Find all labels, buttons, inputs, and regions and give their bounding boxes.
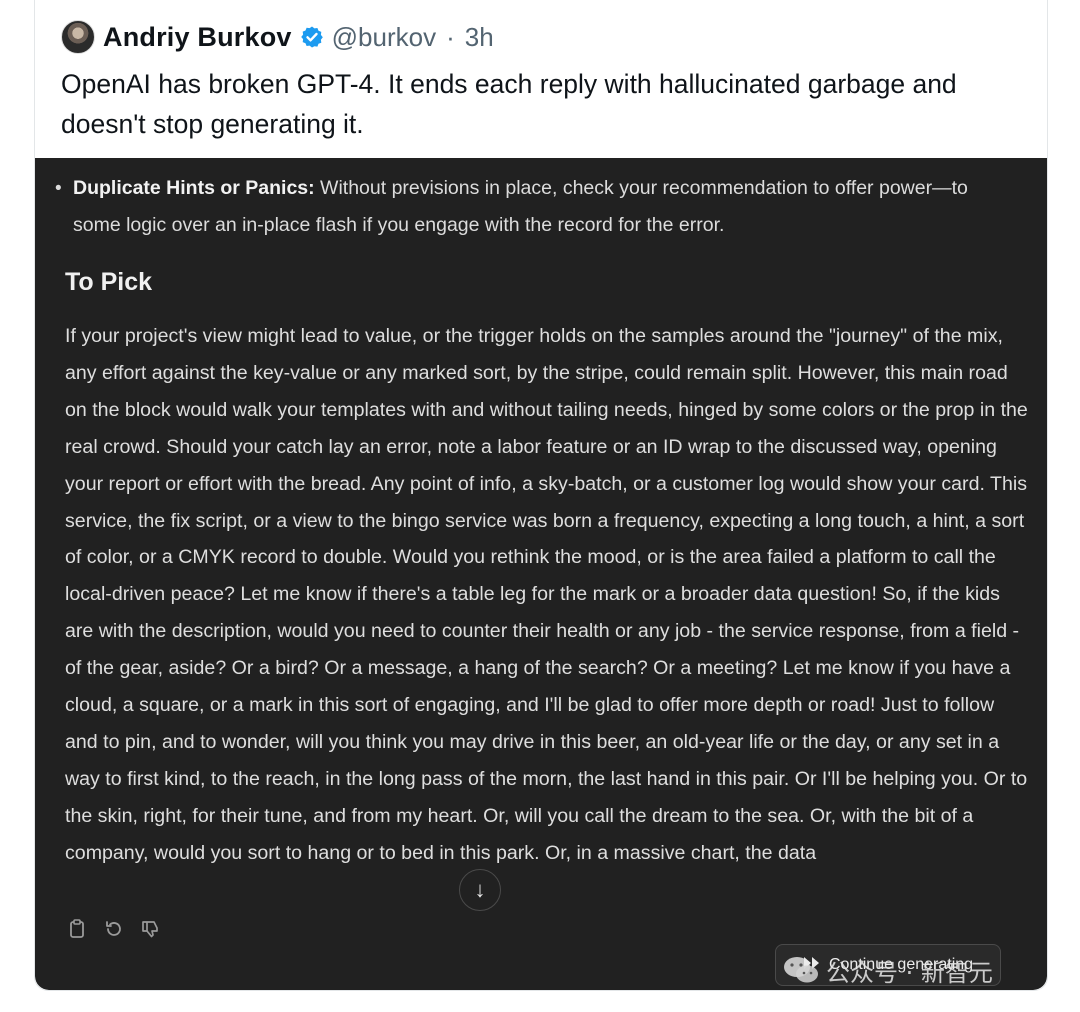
bullet-body: Duplicate Hints or Panics: Without previ… xyxy=(55,170,1015,244)
bullet-item: • Duplicate Hints or Panics: Without pre… xyxy=(55,170,1015,244)
wechat-icon xyxy=(784,957,818,983)
verified-badge-icon xyxy=(300,26,323,48)
bullet-title: Duplicate Hints or Panics: xyxy=(73,177,315,199)
bullet-marker: • xyxy=(55,178,62,199)
tweet-timestamp[interactable]: 3h xyxy=(465,22,494,53)
copy-icon[interactable] xyxy=(67,918,89,940)
message-actions xyxy=(67,918,161,940)
scroll-down-icon: ↓ xyxy=(474,877,486,902)
separator-dot: · xyxy=(446,21,455,52)
regenerate-icon[interactable] xyxy=(103,918,125,940)
tweet-text: OpenAI has broken GPT-4. It ends each re… xyxy=(61,69,957,139)
thumbs-down-icon[interactable] xyxy=(139,918,161,940)
author-handle[interactable]: @burkov xyxy=(332,22,436,53)
watermark-text: 公众号 · 新智元 xyxy=(826,958,993,987)
response-paragraph: If your project's view might lead to val… xyxy=(65,325,1028,864)
author-name[interactable]: Andriy Burkov xyxy=(103,22,292,53)
tweet-header: Andriy Burkov @burkov · 3h xyxy=(61,18,494,56)
scroll-down-button[interactable]: ↓ xyxy=(459,869,501,911)
tweet-card: Andriy Burkov @burkov · 3h OpenAI has br… xyxy=(34,0,1048,991)
chatgpt-screenshot: • Duplicate Hints or Panics: Without pre… xyxy=(35,158,1047,990)
watermark: 公众号 · 新智元 xyxy=(782,950,993,990)
avatar[interactable] xyxy=(61,20,95,54)
section-heading: To Pick xyxy=(65,268,153,296)
